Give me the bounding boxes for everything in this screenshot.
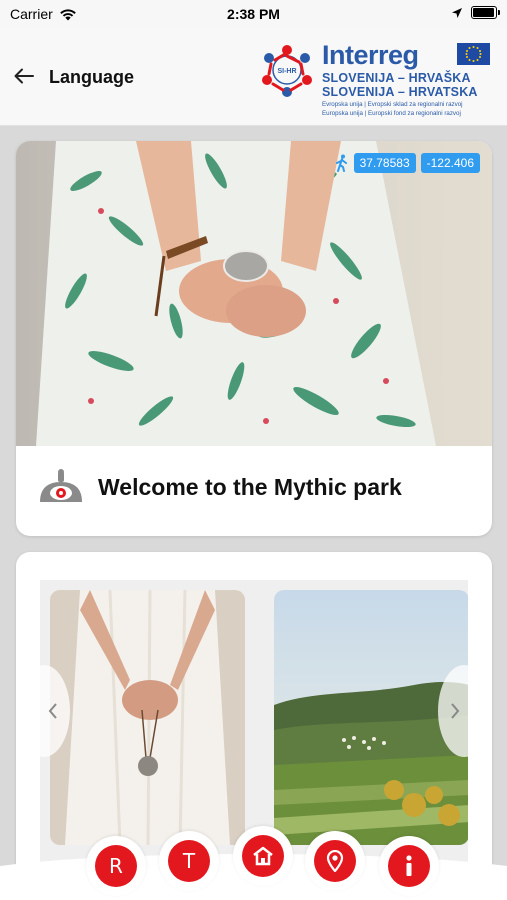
location-arrow-icon [452, 7, 462, 18]
arrow-left-icon [14, 68, 34, 84]
nav-button-map[interactable] [305, 831, 365, 891]
longitude-badge: -122.406 [420, 153, 480, 173]
page-title: Language [49, 67, 135, 87]
pendant-photo [50, 590, 245, 845]
back-button[interactable] [10, 64, 38, 88]
nav-button-t[interactable]: T [159, 831, 219, 891]
interreg-wordmark: Interreg [322, 40, 419, 70]
logo-subline-1: Evropska unija | Evropski sklad za regio… [322, 101, 463, 108]
nav-button-info[interactable] [379, 836, 439, 896]
info-icon [406, 855, 412, 876]
battery-level [473, 8, 494, 17]
nav-r-label: R [109, 854, 123, 878]
status-bar: Carrier 2:38 PM [0, 0, 507, 28]
nav-button-home[interactable] [233, 826, 293, 886]
nav-button-r[interactable]: R [86, 836, 146, 896]
app-header: Language SI-HR Interreg SLOVENIJA – HRVA… [0, 28, 507, 126]
status-right [451, 6, 500, 19]
hero-photo [16, 141, 492, 446]
coordinates: 37.78583 -122.406 [335, 153, 480, 173]
nav-t-label: T [182, 849, 196, 873]
latitude-badge: 37.78583 [353, 153, 416, 173]
interreg-people-logo-icon: SI-HR [262, 45, 312, 97]
map-pin-icon [326, 850, 344, 872]
bottom-navigation: R T [0, 826, 507, 900]
logo-subline-2: Europska unija | Europski fond za region… [322, 110, 461, 117]
chevron-left-icon [48, 703, 57, 719]
interreg-logo: SI-HR Interreg SLOVENIJA – HRVAŠKA SLOVE… [257, 38, 497, 120]
battery-icon [471, 6, 500, 19]
svg-text:SI-HR: SI-HR [277, 68, 296, 75]
hero-caption: Welcome to the Mythic park [38, 468, 402, 506]
walking-person-icon [335, 154, 347, 172]
chevron-right-icon [451, 703, 460, 719]
welcome-title: Welcome to the Mythic park [98, 473, 402, 500]
home-icon [253, 846, 273, 866]
gallery-photo-pendant[interactable] [50, 590, 245, 845]
logo-line-2: SLOVENIJA – HRVATSKA [322, 85, 478, 99]
welcome-card[interactable]: 37.78583 -122.406 Welcome to the Mythic … [16, 141, 492, 536]
eye-mound-icon [40, 469, 82, 502]
logo-line-1: SLOVENIJA – HRVAŠKA [322, 71, 471, 85]
status-time: 2:38 PM [227, 6, 280, 22]
eu-flag-icon [457, 43, 490, 65]
